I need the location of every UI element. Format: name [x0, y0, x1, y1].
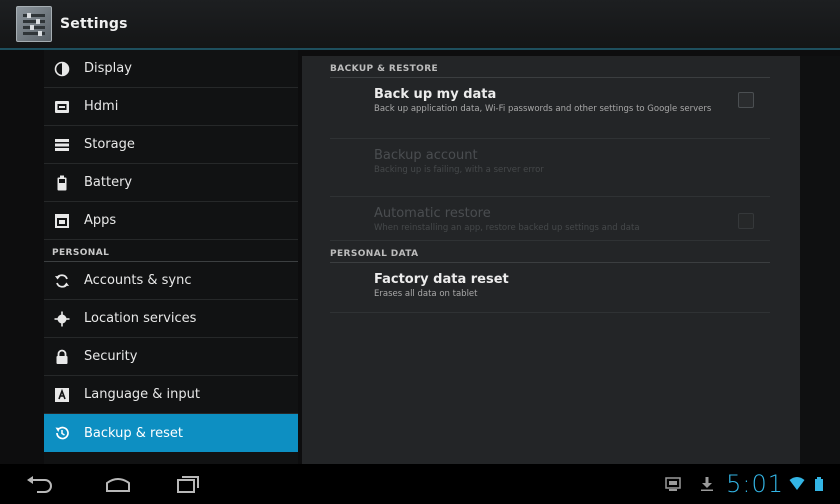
apps-icon — [52, 211, 72, 231]
hdmi-icon — [52, 97, 72, 117]
wifi-icon — [786, 473, 808, 495]
screenshot-icon — [662, 473, 684, 495]
back-icon — [27, 476, 52, 493]
lock-icon — [52, 347, 72, 367]
sidebar-item-backup-reset[interactable]: Backup & reset — [44, 414, 298, 452]
pref-backup-my-data[interactable]: Back up my data Back up application data… — [330, 78, 770, 139]
pref-automatic-restore: Automatic restore When reinstalling an a… — [330, 197, 770, 241]
sidebar-item-label: Display — [84, 61, 132, 76]
sidebar-item-label: Location services — [84, 311, 197, 326]
sidebar-item-label: Accounts & sync — [84, 273, 192, 288]
pref-backup-account: Backup account Backing up is failing, wi… — [330, 139, 770, 197]
sidebar-item-label: Language & input — [84, 387, 200, 402]
app-title: Settings — [60, 16, 128, 32]
recent-apps-button[interactable] — [168, 469, 208, 499]
pref-title: Backup account — [374, 148, 478, 163]
location-icon — [52, 309, 72, 329]
section-header-backup-restore: BACKUP & RESTORE — [330, 56, 770, 78]
language-icon — [52, 385, 72, 405]
sidebar-item-battery[interactable]: Battery — [44, 164, 298, 202]
detail-pane: BACKUP & RESTORE Back up my data Back up… — [302, 56, 800, 464]
sidebar-item-label: Battery — [84, 175, 133, 190]
sidebar-item-label: Security — [84, 349, 138, 364]
pref-title: Back up my data — [374, 87, 497, 102]
pref-summary: Erases all data on tablet — [374, 289, 478, 299]
pref-summary: Back up application data, Wi-Fi password… — [374, 104, 712, 114]
main-area: Display Hdmi Storage Battery Apps PERSON… — [0, 50, 840, 464]
recent-apps-icon — [177, 476, 199, 493]
settings-sidebar: Display Hdmi Storage Battery Apps PERSON… — [44, 50, 298, 464]
pane-edge — [800, 56, 840, 464]
backup-icon — [52, 423, 72, 443]
status-area[interactable]: 5:01 — [658, 464, 830, 504]
section-header-personal-data: PERSONAL DATA — [330, 241, 770, 263]
automatic-restore-checkbox — [738, 213, 754, 229]
settings-app-icon[interactable] — [16, 6, 52, 42]
back-button[interactable] — [20, 469, 60, 499]
pref-summary: When reinstalling an app, restore backed… — [374, 223, 640, 233]
download-icon — [696, 473, 718, 495]
home-icon — [106, 478, 130, 492]
sidebar-item-label: Apps — [84, 213, 117, 228]
sync-icon — [52, 271, 72, 291]
display-icon — [52, 59, 72, 79]
pref-title: Automatic restore — [374, 206, 491, 221]
sidebar-item-hdmi[interactable]: Hdmi — [44, 88, 298, 126]
sidebar-item-security[interactable]: Security — [44, 338, 298, 376]
storage-icon — [52, 135, 72, 155]
pref-summary: Backing up is failing, with a server err… — [374, 165, 544, 175]
sidebar-item-apps[interactable]: Apps — [44, 202, 298, 240]
sidebar-item-storage[interactable]: Storage — [44, 126, 298, 164]
sidebar-item-accounts-sync[interactable]: Accounts & sync — [44, 262, 298, 300]
pref-title: Factory data reset — [374, 272, 509, 287]
status-clock: 5:01 — [726, 470, 784, 498]
home-button[interactable] — [98, 469, 138, 499]
backup-data-checkbox[interactable] — [738, 92, 754, 108]
battery-status-icon — [808, 473, 830, 495]
battery-icon — [52, 173, 72, 193]
action-bar: Settings — [0, 0, 840, 50]
sidebar-item-label: Backup & reset — [84, 425, 183, 441]
sidebar-item-location-services[interactable]: Location services — [44, 300, 298, 338]
pref-factory-data-reset[interactable]: Factory data reset Erases all data on ta… — [330, 263, 770, 313]
section-header-personal: PERSONAL — [44, 240, 298, 262]
sidebar-item-label: Storage — [84, 137, 135, 152]
system-nav-bar: 5:01 — [0, 464, 840, 504]
sidebar-item-language-input[interactable]: Language & input — [44, 376, 298, 414]
sidebar-item-display[interactable]: Display — [44, 50, 298, 88]
sidebar-item-label: Hdmi — [84, 99, 119, 114]
